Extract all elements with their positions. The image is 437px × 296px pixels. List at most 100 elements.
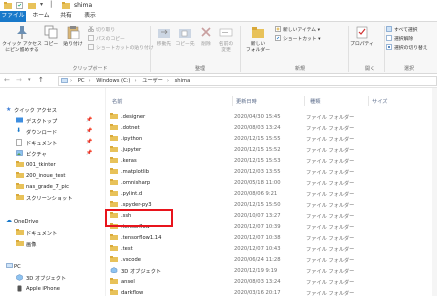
column-header-name[interactable]: 名前 xyxy=(112,98,122,105)
easy-access-button[interactable]: ショートカット ▾ xyxy=(275,35,321,42)
nav-pc[interactable]: PC xyxy=(0,261,106,272)
table-row[interactable]: .jupyter 2020/12/15 15:52 ファイル フォルダー xyxy=(106,144,437,155)
copy-to-button[interactable]: コピー先 xyxy=(174,25,196,48)
breadcrumb-shima[interactable]: shima xyxy=(175,78,191,84)
nav-apple-iphone-label: Apple iPhone xyxy=(26,285,60,292)
tab-share[interactable]: 共有 xyxy=(58,11,74,22)
nav-item-desktop[interactable]: デスクトップ 📌 xyxy=(0,115,106,126)
column-divider[interactable] xyxy=(368,96,369,106)
tab-home[interactable]: ホーム xyxy=(30,11,52,22)
column-divider[interactable] xyxy=(304,96,305,106)
table-row[interactable]: ansel 2020/08/03 13:24 ファイル フォルダー xyxy=(106,276,437,287)
table-row[interactable]: .dotnet 2020/08/03 13:24 ファイル フォルダー xyxy=(106,122,437,133)
file-name: .ipython xyxy=(121,135,143,142)
table-row[interactable]: .pylint.d 2020/08/06 9:21 ファイル フォルダー xyxy=(106,188,437,199)
folder-icon xyxy=(16,172,24,178)
copy-path-icon xyxy=(88,35,94,41)
paste-button[interactable]: 貼り付け xyxy=(60,25,86,48)
nav-item-downloads[interactable]: ⬇ ダウンロード 📌 xyxy=(0,126,106,137)
table-row[interactable]: darkflow 2020/03/16 20:17 ファイル フォルダー xyxy=(106,287,437,296)
column-header-type[interactable]: 種類 xyxy=(310,98,320,105)
document-icon xyxy=(16,139,22,146)
column-header-date[interactable]: 更新日時 xyxy=(236,98,257,105)
nav-onedrive[interactable]: ☁ OneDrive xyxy=(0,216,106,227)
nav-quick-access[interactable]: ★ クイック アクセス xyxy=(0,104,106,115)
cut-button[interactable]: 切り取り xyxy=(87,25,115,33)
folder-icon xyxy=(4,2,12,9)
qa-dropdown-icon[interactable]: ▾ xyxy=(40,1,43,8)
pin-quick-access-button[interactable]: クイック アクセス にピン留めする xyxy=(2,25,42,54)
new-item-button[interactable]: 新しいアイテム ▾ xyxy=(275,26,320,33)
rename-label: 名前の 変更 xyxy=(218,42,234,53)
new-folder-qa-icon[interactable] xyxy=(28,2,36,9)
breadcrumb-users[interactable]: ユーザー xyxy=(142,78,163,84)
forward-arrow-icon[interactable]: → xyxy=(16,76,22,84)
select-none-button[interactable]: 選択解除 xyxy=(386,35,413,42)
select-all-button[interactable]: すべて選択 xyxy=(386,26,417,33)
breadcrumb-drive[interactable]: Windows (C:) xyxy=(96,78,130,84)
file-type: ファイル フォルダー xyxy=(306,202,355,209)
tab-file[interactable]: ファイル xyxy=(0,11,26,22)
nav-3d-objects[interactable]: 3D オブジェクト xyxy=(0,272,106,283)
nav-item-nas-grade[interactable]: nas_grade_7_pic xyxy=(0,181,106,192)
table-row[interactable]: .tensorflow1.14 2020/12/07 10:38 ファイル フォルダ… xyxy=(106,232,437,243)
nav-item-screenshots[interactable]: スクリーンショット xyxy=(0,192,106,203)
up-arrow-icon[interactable]: ↑ xyxy=(38,76,44,84)
table-row[interactable]: .ipython 2020/12/15 15:55 ファイル フォルダー xyxy=(106,133,437,144)
breadcrumb[interactable]: › PC › Windows (C:) › ユーザー › shima xyxy=(70,77,194,84)
file-name: .jupyter xyxy=(121,146,142,153)
nav-onedrive-label: OneDrive xyxy=(14,218,39,225)
vertical-scrollbar[interactable] xyxy=(432,88,437,296)
nav-onedrive-images[interactable]: 画像 xyxy=(0,238,106,249)
nav-apple-iphone[interactable]: Apple iPhone xyxy=(0,283,106,294)
nav-item-inoue-test[interactable]: 200_inoue_test xyxy=(0,170,106,181)
invert-selection-button[interactable]: 選択の切り替え xyxy=(386,44,428,51)
new-folder-button[interactable]: 新しい フォルダー xyxy=(244,25,272,54)
ribbon-divider xyxy=(384,26,385,72)
table-row[interactable]: .designer 2020/04/30 15:45 ファイル フォルダー xyxy=(106,111,437,122)
copy-button[interactable]: コピー xyxy=(42,25,60,48)
open-group-label: 開く xyxy=(364,66,375,72)
cube-icon xyxy=(16,274,23,281)
rename-button[interactable]: 名前の 変更 xyxy=(216,25,236,54)
file-date: 2020/10/07 13:27 xyxy=(234,212,281,219)
properties-label: プロパティ xyxy=(350,42,374,47)
move-to-button[interactable]: 移動先 xyxy=(154,25,174,48)
window-title: shima xyxy=(74,1,93,9)
paste-shortcut-label: ショートカットの貼り付け xyxy=(96,46,154,51)
copy-icon xyxy=(44,25,58,39)
ribbon-divider xyxy=(150,26,151,72)
copy-path-button[interactable]: パスのコピー xyxy=(88,35,125,42)
table-row[interactable]: .vscode 2020/06/24 11:28 ファイル フォルダー xyxy=(106,254,437,265)
table-row[interactable]: 3D オブジェクト 2020/12/19 9:19 ファイル フォルダー xyxy=(106,265,437,276)
properties-icon[interactable] xyxy=(16,2,23,9)
recent-dropdown-icon[interactable]: ▾ xyxy=(28,77,31,83)
file-type: ファイル フォルダー xyxy=(306,158,355,165)
nav-onedrive-documents[interactable]: ドキュメント xyxy=(0,227,106,238)
table-row[interactable]: .keras 2020/12/15 15:53 ファイル フォルダー xyxy=(106,155,437,166)
nav-pictures-label: ピクチャ xyxy=(26,151,47,158)
copy-path-label: パスのコピー xyxy=(96,37,125,42)
paste-label: 貼り付け xyxy=(63,42,83,47)
properties-button[interactable]: プロパティ xyxy=(350,25,374,48)
file-name: .pylint.d xyxy=(121,190,143,197)
tab-view[interactable]: 表示 xyxy=(82,11,98,22)
table-row[interactable]: .matplotlib 2020/12/03 13:55 ファイル フォルダー xyxy=(106,166,437,177)
folder-icon xyxy=(110,256,118,262)
table-row[interactable]: .test 2020/12/07 10:43 ファイル フォルダー xyxy=(106,243,437,254)
easy-access-label: ショートカット xyxy=(283,37,317,42)
breadcrumb-pc[interactable]: PC xyxy=(78,78,85,84)
nav-item-pictures[interactable]: ピクチャ 📌 xyxy=(0,148,106,159)
nav-item-tkinter[interactable]: 001_tkinter xyxy=(0,159,106,170)
nav-downloads-label: ダウンロード xyxy=(26,129,58,136)
table-row[interactable]: .omnisharp 2020/05/18 11:00 ファイル フォルダー xyxy=(106,177,437,188)
pc-icon xyxy=(6,263,13,268)
nav-item-documents[interactable]: ドキュメント 📌 xyxy=(0,137,106,148)
new-item-icon xyxy=(275,26,281,32)
column-header-size[interactable]: サイズ xyxy=(372,98,387,105)
nav-screenshots-label: スクリーンショット xyxy=(26,195,73,202)
delete-button[interactable]: 削除 xyxy=(198,25,214,48)
back-arrow-icon[interactable]: ← xyxy=(4,76,10,84)
paste-shortcut-button[interactable]: ショートカットの貼り付け xyxy=(88,44,154,51)
column-divider[interactable] xyxy=(232,96,233,106)
